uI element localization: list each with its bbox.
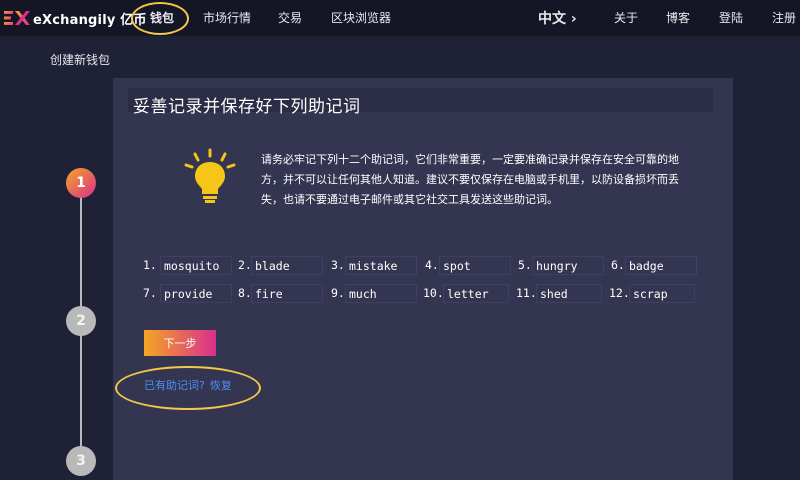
next-step-button[interactable]: 下一步 [144,330,216,356]
nav-item-login[interactable]: 登陆 [719,9,743,26]
nav-item-market[interactable]: 市场行情 [203,9,251,26]
nav-item-trade[interactable]: 交易 [278,9,302,26]
mnemonic-word-3: 3. mistake [331,256,417,275]
nav-item-blog[interactable]: 博客 [666,9,690,26]
mnemonic-word-8: 8. fire [238,284,323,303]
mnemonic-warning-text: 请务必牢记下列十二个助记词，它们非常重要，一定要准确记录并保存在安全可靠的地方，… [261,153,679,206]
mnemonic-value: badge [625,256,697,275]
mnemonic-value: spot [439,256,511,275]
mnemonic-word-11: 11. shed [516,284,602,303]
mnemonic-number: 7. [143,286,157,300]
mnemonic-word-4: 4. spot [425,256,511,275]
mnemonic-number: 5. [518,258,532,272]
mnemonic-number: 12. [609,286,630,300]
mnemonic-number: 8. [238,286,252,300]
mnemonic-value: mistake [345,256,417,275]
mnemonic-number: 4. [425,258,439,272]
mnemonic-number: 2. [238,258,252,272]
mnemonic-word-2: 2. blade [238,256,323,275]
mnemonic-value: fire [251,284,323,303]
language-selector[interactable]: 中文 › [538,8,577,28]
mnemonic-value: shed [536,284,602,303]
mnemonic-number: 11. [516,286,537,300]
step-2-indicator: 2 [66,306,96,336]
nav-item-wallet[interactable]: 钱包 [150,9,174,26]
page-subtitle: 创建新钱包 [50,53,111,67]
mnemonic-word-7: 7. provide [143,284,232,303]
mnemonic-value: blade [251,256,323,275]
nav-item-register[interactable]: 注册 [772,9,796,26]
mnemonic-number: 10. [423,286,444,300]
mnemonic-value: much [345,284,417,303]
brand-name: eXchangily 亿币 [33,12,147,28]
mnemonic-value: provide [160,284,232,303]
mnemonic-word-1: 1. mosquito [143,256,232,275]
lightbulb-icon [184,148,236,203]
brand-logo[interactable]: eXchangily 亿币 [4,8,147,28]
mnemonic-value: hungry [532,256,604,275]
mnemonic-word-9: 9. much [331,284,417,303]
nav-item-explorer[interactable]: 区块浏览器 [331,9,391,26]
card-title: 妥善记录并保存好下列助记词 [133,97,361,117]
mnemonic-word-10: 10. letter [423,284,509,303]
mnemonic-number: 6. [611,258,625,272]
mnemonic-word-6: 6. badge [611,256,697,275]
exchangily-logo-icon [4,11,30,25]
nav-item-about[interactable]: 关于 [614,9,638,26]
mnemonic-value: mosquito [160,256,232,275]
mnemonic-number: 1. [143,258,157,272]
mnemonic-number: 3. [331,258,345,272]
mnemonic-card: 妥善记录并保存好下列助记词 请务必牢记下列十二个助记词，它们非常重要，一定要准确… [113,78,733,480]
recover-link[interactable]: 恢复 [210,379,232,392]
step-1-indicator: 1 [66,168,96,198]
mnemonic-number: 9. [331,286,345,300]
mnemonic-word-12: 12. scrap [609,284,695,303]
step-3-indicator: 3 [66,446,96,476]
recover-question: 已有助记词? [144,379,205,392]
mnemonic-value: letter [443,284,509,303]
top-navbar: eXchangily 亿币 钱包 市场行情 交易 区块浏览器 中文 › 关于 博… [0,0,800,36]
mnemonic-value: scrap [629,284,695,303]
mnemonic-word-5: 5. hungry [518,256,604,275]
recover-wallet-prompt: 已有助记词? 恢复 [144,377,232,393]
